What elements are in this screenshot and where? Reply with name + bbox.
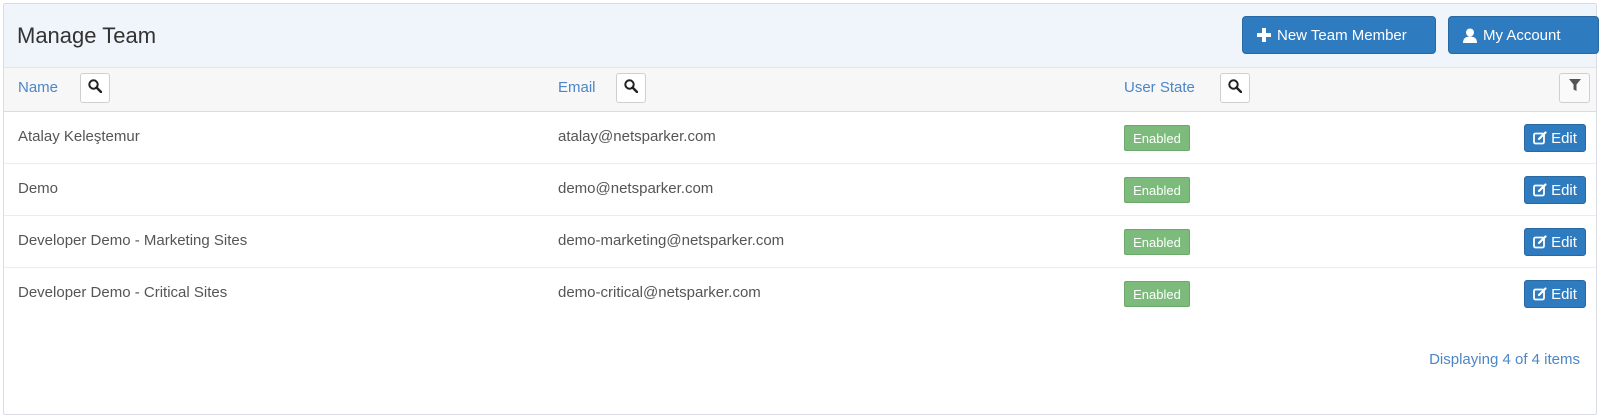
search-icon (624, 78, 639, 98)
edit-icon (1533, 183, 1547, 197)
row-name: Demo (18, 180, 59, 197)
user-state-search-button[interactable] (1220, 73, 1250, 103)
edit-icon (1533, 235, 1547, 249)
row-email: demo@netsparker.com (558, 180, 714, 197)
row-email: demo-marketing@netsparker.com (558, 232, 785, 249)
column-header-email[interactable]: Email (558, 79, 596, 96)
my-account-button[interactable]: My Account (1448, 16, 1599, 54)
search-icon (88, 78, 103, 98)
row-name: Atalay Keleştemur (18, 128, 140, 145)
my-account-label: My Account (1483, 26, 1561, 44)
edit-icon (1533, 131, 1547, 145)
search-icon (1228, 78, 1243, 98)
manage-team-panel: Manage Team New Team Member My Account N… (3, 3, 1599, 415)
edit-icon (1533, 287, 1547, 301)
panel-header: Manage Team New Team Member My Account (4, 4, 1599, 68)
email-search-button[interactable] (616, 73, 646, 103)
paging-info: Displaying 4 of 4 items (1429, 351, 1580, 368)
table-row: Demo demo@netsparker.com Enabled Edit (4, 164, 1596, 216)
edit-label: Edit (1551, 233, 1577, 251)
filter-icon (1568, 79, 1581, 97)
edit-label: Edit (1551, 129, 1577, 147)
edit-label: Edit (1551, 285, 1577, 303)
new-team-member-label: New Team Member (1277, 26, 1407, 44)
row-name: Developer Demo - Marketing Sites (18, 232, 248, 249)
edit-button[interactable]: Edit (1524, 176, 1586, 204)
column-header-name[interactable]: Name (18, 79, 58, 96)
team-table-body: Atalay Keleştemur atalay@netsparker.com … (4, 112, 1596, 320)
new-team-member-button[interactable]: New Team Member (1242, 16, 1436, 54)
edit-button[interactable]: Edit (1524, 228, 1586, 256)
status-badge: Enabled (1124, 281, 1190, 307)
user-icon (1463, 28, 1477, 43)
grid-header: Name Email User State (4, 68, 1596, 112)
name-search-button[interactable] (80, 73, 110, 103)
row-email: atalay@netsparker.com (558, 128, 716, 145)
status-badge: Enabled (1124, 177, 1190, 203)
column-header-user-state[interactable]: User State (1124, 79, 1195, 96)
row-name: Developer Demo - Critical Sites (18, 284, 228, 301)
status-badge: Enabled (1124, 125, 1190, 151)
edit-button[interactable]: Edit (1524, 280, 1586, 308)
table-row: Developer Demo - Critical Sites demo-cri… (4, 268, 1596, 320)
table-row: Atalay Keleştemur atalay@netsparker.com … (4, 112, 1596, 164)
table-row: Developer Demo - Marketing Sites demo-ma… (4, 216, 1596, 268)
status-badge: Enabled (1124, 229, 1190, 255)
filter-button[interactable] (1559, 73, 1590, 103)
row-email: demo-critical@netsparker.com (558, 284, 761, 301)
page-title: Manage Team (17, 23, 157, 48)
plus-icon (1257, 28, 1271, 42)
edit-label: Edit (1551, 181, 1577, 199)
edit-button[interactable]: Edit (1524, 124, 1586, 152)
